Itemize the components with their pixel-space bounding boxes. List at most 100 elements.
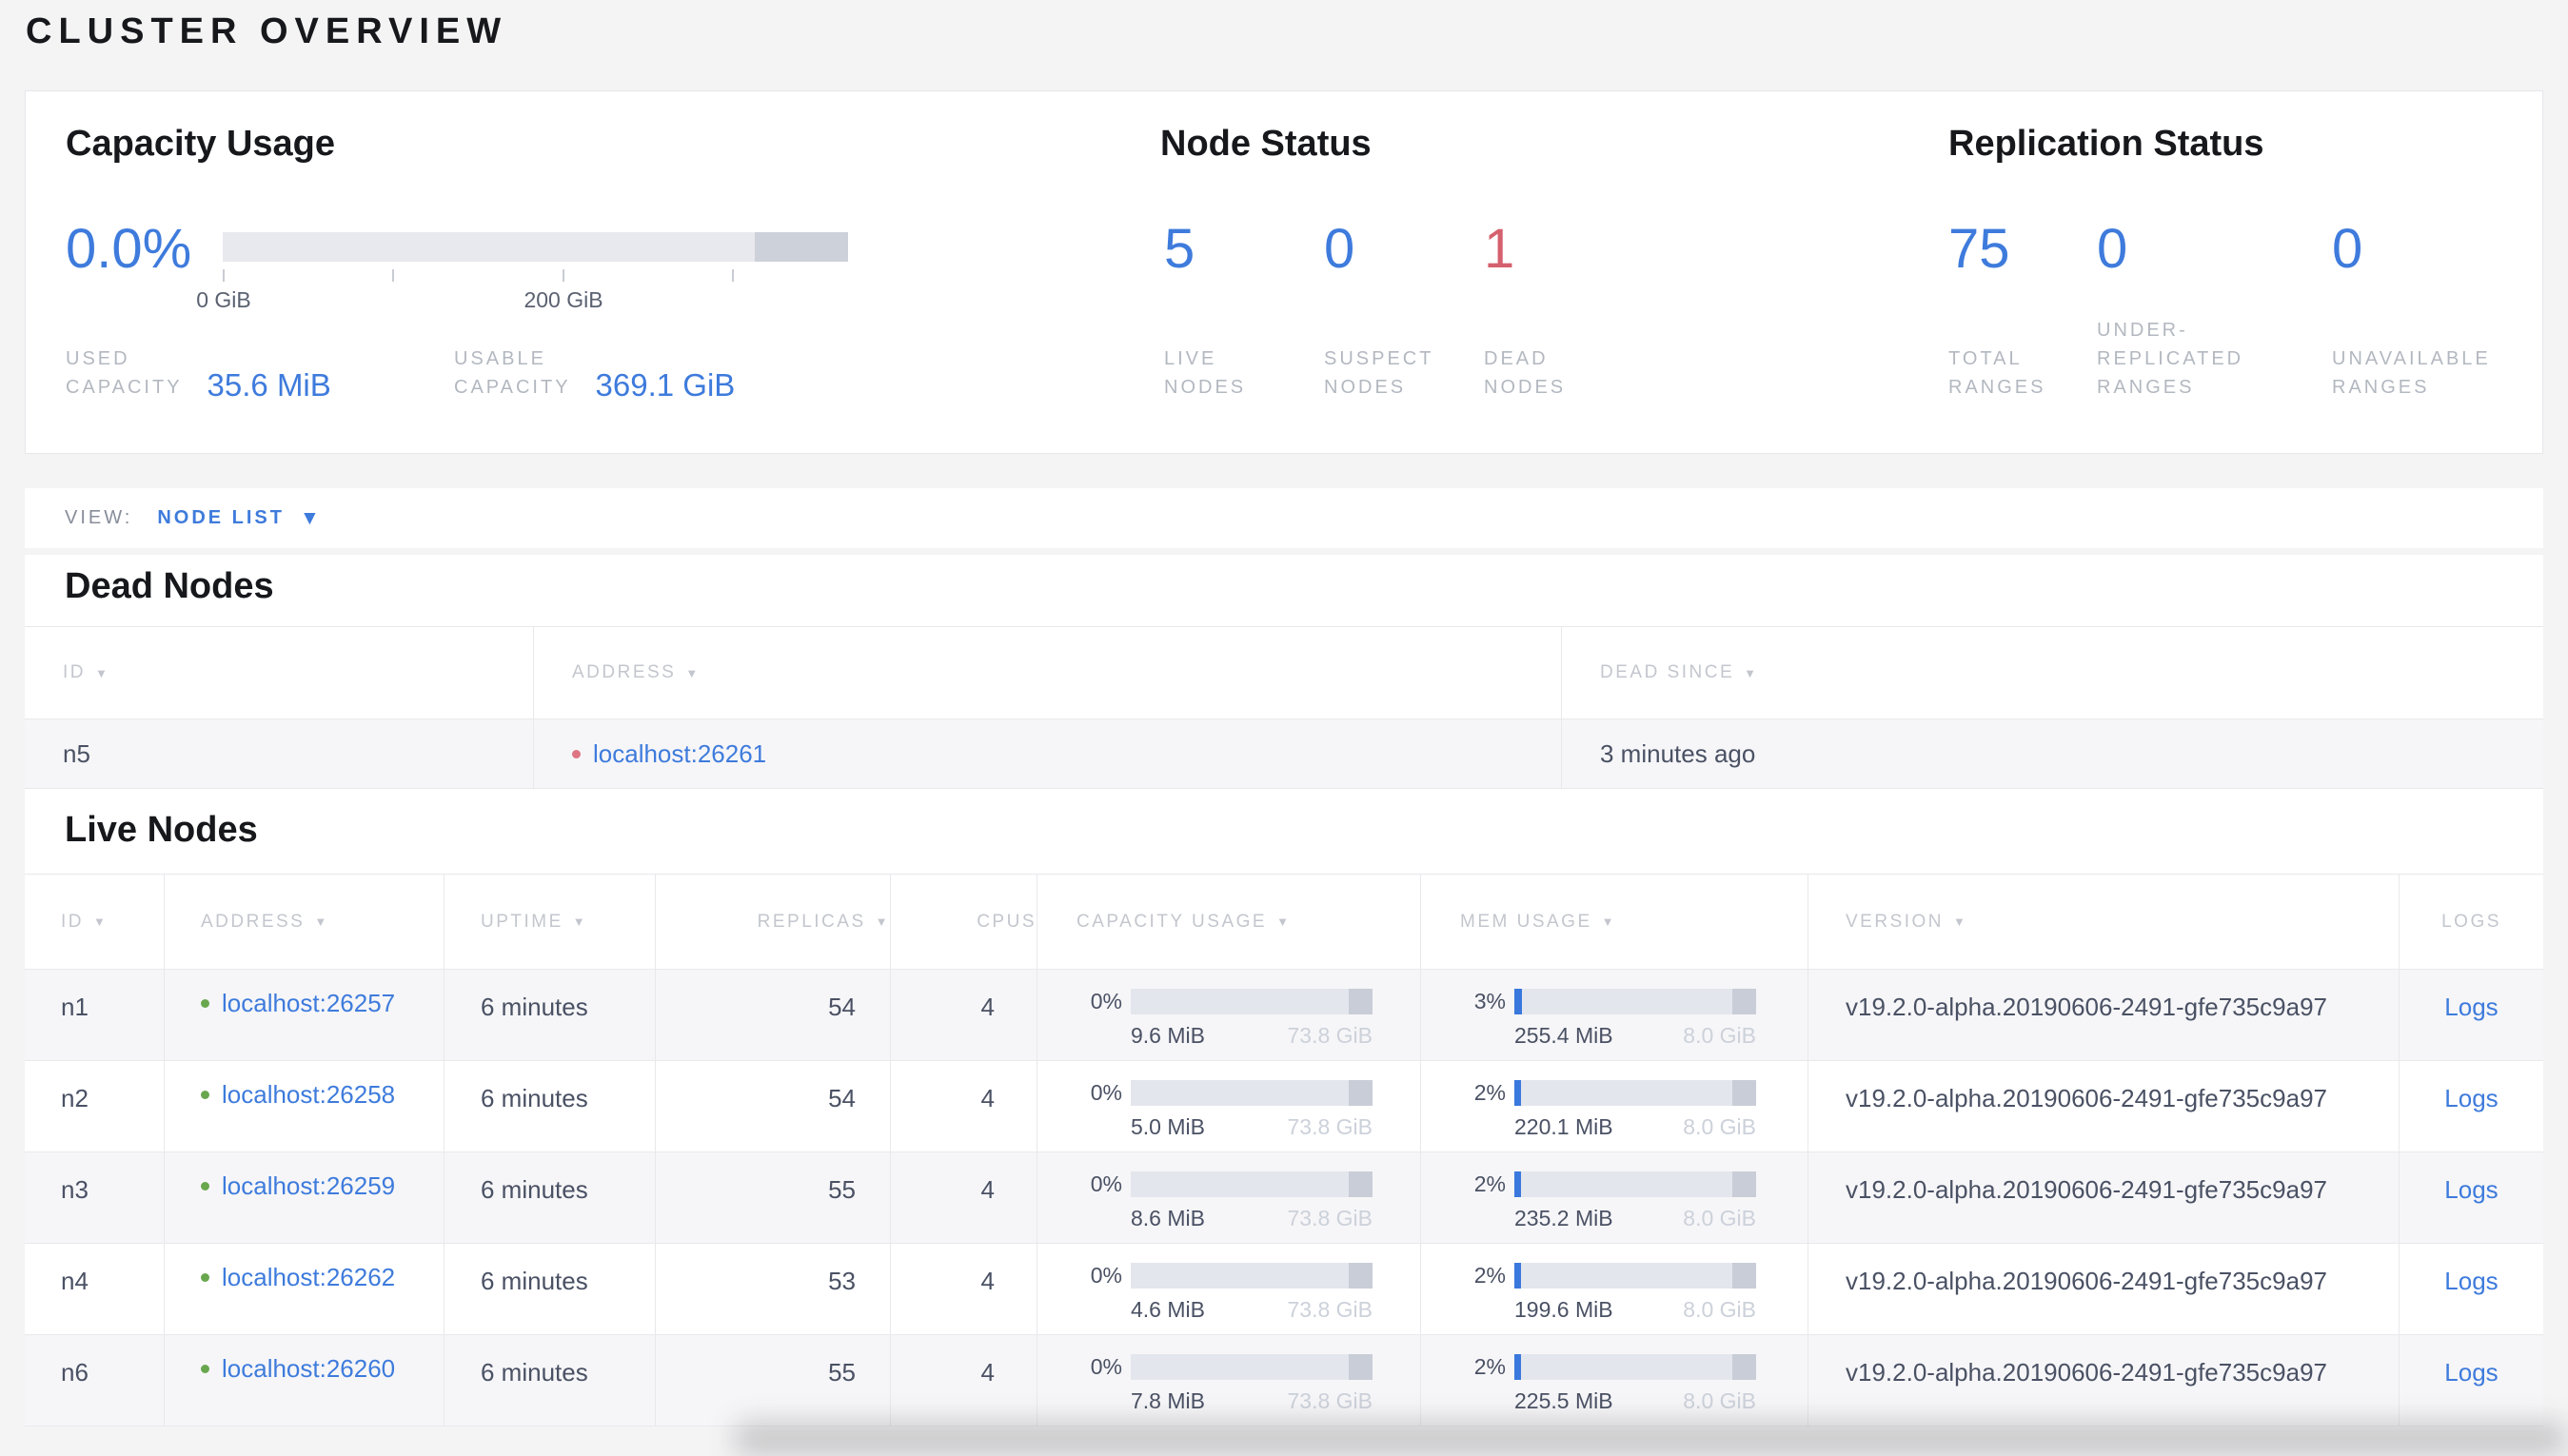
live-status-dot-icon: [201, 1273, 209, 1282]
capacity-used: 5.0 MiB: [1131, 1114, 1205, 1139]
capacity-axis-tick: [563, 269, 564, 282]
sort-desc-icon: ▼: [1276, 915, 1292, 929]
live-col-header-mem-usage[interactable]: MEM USAGE ▼: [1420, 875, 1807, 970]
node-cpus: 4: [890, 1061, 1037, 1152]
node-address-link[interactable]: localhost:26257: [222, 989, 395, 1018]
live-col-header-replicas[interactable]: REPLICAS ▼: [655, 875, 890, 970]
live-status-dot-icon: [201, 1091, 209, 1099]
capacity-pct: 0%: [1090, 1354, 1122, 1379]
live-col-header-capacity-usage[interactable]: CAPACITY USAGE ▼: [1037, 875, 1420, 970]
capacity-bar: [1131, 989, 1373, 1014]
logs-link[interactable]: Logs: [2444, 1358, 2498, 1387]
cluster-overview-page: { "page": { "title": "CLUSTER OVERVIEW" …: [0, 0, 2568, 1456]
capacity-used: 7.8 MiB: [1131, 1388, 1205, 1413]
node-cpus: 4: [890, 1244, 1037, 1335]
node-replicas: 53: [655, 1244, 890, 1335]
node-address-link[interactable]: localhost:26259: [222, 1171, 395, 1201]
view-selector-dropdown[interactable]: NODE LIST ▼: [157, 507, 319, 530]
capacity-pct: 0%: [1090, 1080, 1122, 1105]
node-address-link[interactable]: localhost:26258: [222, 1080, 395, 1110]
node-logs-cell: Logs: [2399, 970, 2543, 1061]
live-nodes-table: ID ▼ ADDRESS ▼ UPTIME ▼ REPLICAS ▼ CPUS …: [25, 874, 2543, 1426]
stat-label: CAPACITY: [66, 377, 183, 398]
suspect-nodes-label: SUSPECT NODES: [1324, 348, 1434, 398]
node-address-cell: localhost:26257: [164, 970, 444, 1061]
capacity-pct: 0%: [1090, 1171, 1122, 1196]
node-capacity-usage-cell: 0% 4.6 MiB 73.8 GiB: [1037, 1244, 1420, 1335]
column-label: ADDRESS: [201, 911, 306, 932]
mem-pct: 3%: [1473, 989, 1506, 1013]
replication-status-heading: Replication Status: [1948, 124, 2264, 164]
mem-bar: [1514, 1171, 1756, 1197]
column-label: REPLICAS: [757, 911, 866, 932]
usable-capacity-value: 369.1 GiB: [595, 367, 736, 403]
sort-desc-icon: ▼: [314, 915, 329, 929]
window-shadow: [733, 1422, 2568, 1456]
node-address-link[interactable]: localhost:26262: [222, 1263, 395, 1292]
usable-capacity-stat: USABLE CAPACITY 369.1 GiB: [454, 344, 735, 402]
live-nodes-heading: Live Nodes: [65, 810, 258, 850]
dead-nodes-heading: Dead Nodes: [65, 566, 274, 606]
live-col-header-version[interactable]: VERSION ▼: [1807, 875, 2399, 970]
capacity-axis-tick: [223, 269, 225, 282]
node-version: v19.2.0-alpha.20190606-2491-gfe735c9a97: [1807, 1152, 2399, 1244]
node-cpus: 4: [890, 1335, 1037, 1426]
mem-used: 220.1 MiB: [1514, 1114, 1613, 1139]
node-address-cell: localhost:26260: [164, 1335, 444, 1426]
node-address-cell: localhost:26258: [164, 1061, 444, 1152]
dead-col-header-id[interactable]: ID ▼: [25, 627, 533, 719]
mem-bar: [1514, 1263, 1756, 1289]
capacity-used: 8.6 MiB: [1131, 1206, 1205, 1230]
live-nodes-label: LIVE NODES: [1164, 348, 1247, 398]
mem-used: 225.5 MiB: [1514, 1388, 1613, 1413]
used-capacity-value: 35.6 MiB: [207, 367, 331, 403]
logs-link[interactable]: Logs: [2444, 1267, 2498, 1295]
dead-node-address-link[interactable]: localhost:26261: [593, 739, 766, 769]
sort-desc-icon: ▼: [1744, 665, 1759, 680]
node-id: n4: [25, 1244, 164, 1335]
node-mem-usage-cell: 2% 235.2 MiB 8.0 GiB: [1420, 1152, 1807, 1244]
node-capacity-usage-cell: 0% 7.8 MiB 73.8 GiB: [1037, 1335, 1420, 1426]
mem-bar: [1514, 989, 1756, 1014]
column-label: CAPACITY USAGE: [1077, 911, 1268, 932]
sort-desc-icon: ▼: [1953, 915, 1968, 929]
capacity-used: 9.6 MiB: [1131, 1023, 1205, 1048]
node-version: v19.2.0-alpha.20190606-2491-gfe735c9a97: [1807, 970, 2399, 1061]
node-version: v19.2.0-alpha.20190606-2491-gfe735c9a97: [1807, 1061, 2399, 1152]
live-status-dot-icon: [201, 1182, 209, 1190]
node-id: n2: [25, 1061, 164, 1152]
node-replicas: 55: [655, 1152, 890, 1244]
node-address-link[interactable]: localhost:26260: [222, 1354, 395, 1384]
column-label: LOGS: [2441, 911, 2501, 932]
live-nodes-count: 5: [1164, 218, 1195, 280]
dead-col-header-dead-since[interactable]: DEAD SINCE ▼: [1561, 627, 2543, 719]
capacity-total: 73.8 GiB: [1287, 1388, 1373, 1413]
live-col-header-address[interactable]: ADDRESS ▼: [164, 875, 444, 970]
node-address-cell: localhost:26262: [164, 1244, 444, 1335]
mem-used: 235.2 MiB: [1514, 1206, 1613, 1230]
mem-bar: [1514, 1354, 1756, 1380]
live-col-header-uptime[interactable]: UPTIME ▼: [444, 875, 655, 970]
node-uptime: 6 minutes: [444, 1335, 655, 1426]
mem-bar: [1514, 1080, 1756, 1106]
node-version: v19.2.0-alpha.20190606-2491-gfe735c9a97: [1807, 1335, 2399, 1426]
sort-desc-icon: ▼: [572, 915, 588, 929]
dead-col-header-address[interactable]: ADDRESS ▼: [533, 627, 1561, 719]
column-label: MEM USAGE: [1460, 911, 1592, 932]
logs-link[interactable]: Logs: [2444, 993, 2498, 1021]
live-col-header-id[interactable]: ID ▼: [25, 875, 164, 970]
node-logs-cell: Logs: [2399, 1335, 2543, 1426]
node-capacity-usage-cell: 0% 8.6 MiB 73.8 GiB: [1037, 1152, 1420, 1244]
mem-total: 8.0 GiB: [1683, 1114, 1756, 1139]
mem-total: 8.0 GiB: [1683, 1206, 1756, 1230]
node-mem-usage-cell: 2% 220.1 MiB 8.0 GiB: [1420, 1061, 1807, 1152]
capacity-axis-tick: [392, 269, 394, 282]
live-col-header-cpus[interactable]: CPUS: [890, 875, 1037, 970]
chevron-down-icon: ▼: [299, 506, 320, 529]
capacity-bar: [1131, 1171, 1373, 1197]
logs-link[interactable]: Logs: [2444, 1175, 2498, 1204]
unavailable-ranges-label: UNAVAILABLE RANGES: [2332, 348, 2491, 398]
column-label: VERSION: [1846, 911, 1945, 932]
node-address-cell: localhost:26259: [164, 1152, 444, 1244]
logs-link[interactable]: Logs: [2444, 1084, 2498, 1112]
